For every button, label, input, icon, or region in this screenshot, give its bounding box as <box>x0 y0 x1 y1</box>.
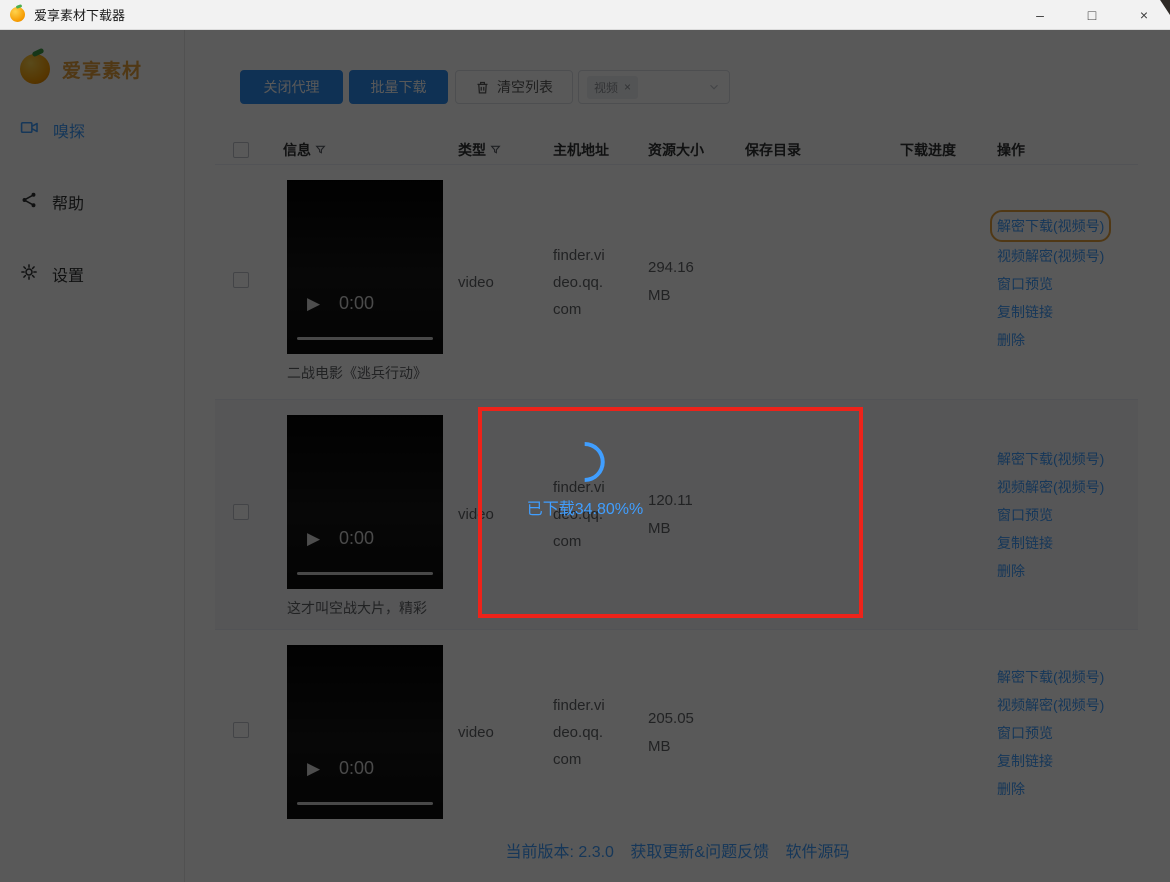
window-controls: – □ × <box>1014 0 1170 29</box>
app-logo-icon <box>10 7 25 22</box>
minimize-button[interactable]: – <box>1014 0 1066 29</box>
maximize-button[interactable]: □ <box>1066 0 1118 29</box>
titlebar: 爱享素材下载器 – □ × <box>0 0 1170 30</box>
close-button[interactable]: × <box>1118 0 1170 29</box>
annotation-rectangle <box>478 407 863 618</box>
window-title: 爱享素材下载器 <box>34 8 126 23</box>
